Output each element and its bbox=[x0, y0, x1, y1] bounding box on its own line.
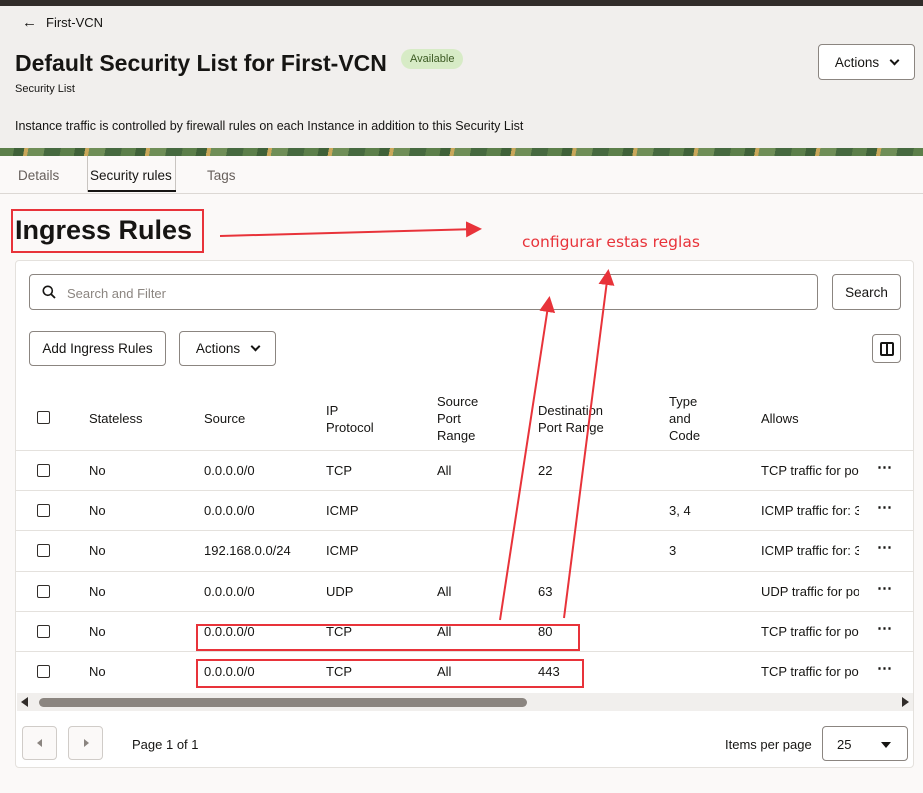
search-input[interactable]: Search and Filter bbox=[29, 274, 818, 310]
cell-stateless: No bbox=[89, 584, 106, 599]
cell-source: 192.168.0.0/24 bbox=[204, 543, 291, 558]
cell-stateless: No bbox=[89, 543, 106, 558]
caret-down-icon bbox=[881, 742, 891, 748]
cell-source: 0.0.0.0/0 bbox=[204, 584, 255, 599]
cell-source-port-range: All bbox=[437, 584, 452, 599]
next-page-button[interactable] bbox=[68, 726, 103, 760]
cell-stateless: No bbox=[89, 463, 106, 478]
cell-type-and-code: 3 bbox=[669, 543, 677, 558]
horizontal-scrollbar[interactable] bbox=[17, 693, 913, 711]
cell-allows: TCP traffic for ports: 80 bbox=[761, 624, 859, 639]
header-actions-button[interactable]: Actions bbox=[818, 44, 915, 80]
tab-tags[interactable]: Tags bbox=[207, 168, 236, 183]
section-title: Ingress Rules bbox=[15, 215, 193, 245]
page-info: Page 1 of 1 bbox=[132, 737, 199, 752]
column-header-destination-port-range[interactable]: Destination Port Range bbox=[538, 402, 618, 436]
page-subtitle: Security List bbox=[15, 83, 75, 95]
tab-bar: Details Security rules Tags bbox=[0, 156, 923, 194]
page-header: ← First-VCN Default Security List for Fi… bbox=[0, 6, 923, 148]
scroll-right-icon[interactable] bbox=[902, 697, 909, 707]
column-header-source-port-range[interactable]: Source Port Range bbox=[437, 393, 487, 444]
cell-destination-port-range: 80 bbox=[538, 624, 553, 639]
column-header-type-and-code[interactable]: Type and Code bbox=[669, 393, 709, 444]
cell-stateless: No bbox=[89, 624, 106, 639]
column-header-source[interactable]: Source bbox=[204, 410, 245, 427]
row-checkbox[interactable] bbox=[37, 544, 50, 557]
chevron-down-icon bbox=[889, 55, 900, 65]
page-title: Default Security List for First-VCN bbox=[15, 50, 387, 76]
cell-ip-protocol: UDP bbox=[326, 584, 354, 599]
back-link-label: First-VCN bbox=[46, 15, 104, 30]
cell-source: 0.0.0.0/0 bbox=[204, 503, 255, 518]
scroll-left-icon[interactable] bbox=[21, 697, 28, 707]
row-checkbox[interactable] bbox=[37, 665, 50, 678]
cell-allows: ICMP traffic for: 3, 4 Destination Unrea… bbox=[761, 503, 859, 518]
search-button[interactable]: Search bbox=[832, 274, 901, 310]
row-more-options-icon[interactable]: ⋯ bbox=[877, 659, 893, 677]
column-header-ip-protocol[interactable]: IP Protocol bbox=[326, 402, 388, 436]
cell-source: 0.0.0.0/0 bbox=[204, 624, 255, 639]
items-per-page-value: 25 bbox=[837, 737, 852, 752]
chevron-left-icon bbox=[37, 739, 42, 747]
chevron-down-icon bbox=[250, 341, 261, 352]
column-toggle-button[interactable] bbox=[872, 334, 901, 363]
back-link[interactable]: ← First-VCN bbox=[22, 15, 103, 30]
cell-source-port-range: All bbox=[437, 664, 452, 679]
cell-ip-protocol: TCP bbox=[326, 664, 352, 679]
column-header-allows[interactable]: Allows bbox=[761, 410, 799, 427]
previous-page-button[interactable] bbox=[22, 726, 57, 760]
column-header-stateless[interactable]: Stateless bbox=[89, 410, 142, 427]
cell-source-port-range: All bbox=[437, 624, 452, 639]
annotation-arrow-horizontal bbox=[219, 221, 482, 238]
header-banner-image bbox=[0, 148, 923, 156]
search-icon bbox=[42, 285, 56, 299]
cell-source: 0.0.0.0/0 bbox=[204, 463, 255, 478]
cell-allows: UDP traffic for ports: 63 bbox=[761, 584, 859, 599]
cell-source-port-range: All bbox=[437, 463, 452, 478]
columns-icon bbox=[880, 342, 894, 356]
cell-allows: TCP traffic for ports: 443 HTTPS bbox=[761, 664, 859, 679]
cell-allows: ICMP traffic for: 3 Destination Unreacha… bbox=[761, 543, 859, 558]
row-checkbox[interactable] bbox=[37, 625, 50, 638]
arrow-left-icon: ← bbox=[22, 14, 37, 31]
tab-details[interactable]: Details bbox=[18, 168, 59, 183]
row-more-options-icon[interactable]: ⋯ bbox=[877, 458, 893, 476]
cell-destination-port-range: 63 bbox=[538, 584, 553, 599]
cell-stateless: No bbox=[89, 503, 106, 518]
row-more-options-icon[interactable]: ⋯ bbox=[877, 619, 893, 637]
select-all-checkbox[interactable] bbox=[37, 411, 50, 424]
cell-source: 0.0.0.0/0 bbox=[204, 664, 255, 679]
status-badge: Available bbox=[401, 49, 464, 69]
header-actions-label: Actions bbox=[834, 54, 880, 70]
table-actions-label: Actions bbox=[195, 341, 241, 356]
items-per-page-select[interactable]: 25 bbox=[822, 726, 908, 761]
cell-type-and-code: 3, 4 bbox=[669, 503, 691, 518]
scroll-thumb[interactable] bbox=[39, 698, 527, 707]
cell-destination-port-range: 443 bbox=[538, 664, 560, 679]
tab-active-indicator bbox=[88, 190, 176, 192]
items-per-page-label: Items per page bbox=[725, 737, 812, 752]
cell-stateless: No bbox=[89, 664, 106, 679]
cell-ip-protocol: ICMP bbox=[326, 543, 359, 558]
tab-security-rules[interactable]: Security rules bbox=[90, 168, 172, 183]
row-checkbox[interactable] bbox=[37, 504, 50, 517]
row-checkbox[interactable] bbox=[37, 585, 50, 598]
cell-ip-protocol: TCP bbox=[326, 463, 352, 478]
page-description: Instance traffic is controlled by firewa… bbox=[15, 119, 524, 133]
add-ingress-rules-button[interactable]: Add Ingress Rules bbox=[29, 331, 166, 366]
chevron-right-icon bbox=[84, 739, 89, 747]
table-actions-button[interactable]: Actions bbox=[179, 331, 276, 366]
row-checkbox[interactable] bbox=[37, 464, 50, 477]
cell-ip-protocol: ICMP bbox=[326, 503, 359, 518]
row-more-options-icon[interactable]: ⋯ bbox=[877, 498, 893, 516]
cell-destination-port-range: 22 bbox=[538, 463, 553, 478]
cell-ip-protocol: TCP bbox=[326, 624, 352, 639]
row-more-options-icon[interactable]: ⋯ bbox=[877, 579, 893, 597]
annotation-note: configurar estas reglas bbox=[522, 233, 700, 251]
search-placeholder: Search and Filter bbox=[67, 286, 166, 301]
row-more-options-icon[interactable]: ⋯ bbox=[877, 538, 893, 556]
cell-allows: TCP traffic for ports: 22 SSH Remote Log… bbox=[761, 463, 859, 478]
